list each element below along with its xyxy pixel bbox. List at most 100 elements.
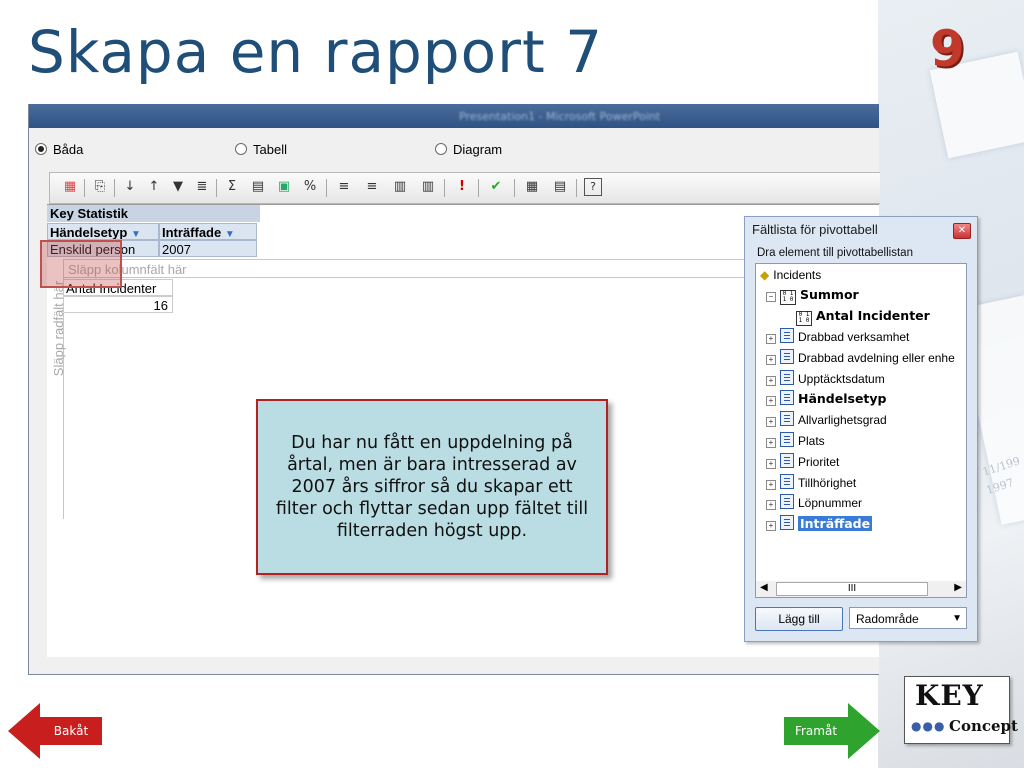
field-icon	[780, 348, 794, 364]
tree-field-label: Plats	[798, 434, 825, 448]
logo-dots: ●●●	[911, 719, 946, 733]
chevron-down-icon[interactable]: ▼	[952, 608, 962, 630]
expand-icon[interactable]: +	[766, 479, 776, 490]
highlight-marker	[40, 240, 122, 288]
field-icon	[780, 494, 794, 510]
area-select[interactable]: Radområde ▼	[849, 607, 967, 629]
field-icon	[780, 369, 794, 385]
radio-both-label: Båda	[53, 142, 84, 157]
scroll-left-icon[interactable]: ◀	[760, 582, 768, 593]
cube-icon: ◆	[760, 268, 770, 282]
tree-field-item[interactable]: + Drabbad avdelning eller enhe	[766, 348, 955, 367]
close-icon[interactable]: ✕	[953, 223, 971, 239]
field-icon	[780, 390, 794, 406]
hide-details-icon[interactable]: ▥	[390, 177, 410, 197]
number-field-icon: 0 11 0	[780, 290, 796, 305]
field-icon	[780, 411, 794, 427]
expand-icon[interactable]: +	[766, 396, 776, 407]
row-field-label: Händelsetyp	[50, 225, 128, 240]
arrow-right-icon	[848, 703, 880, 759]
scroll-right-icon[interactable]: ▶	[954, 582, 962, 593]
help-icon[interactable]: ?	[584, 178, 602, 196]
collapse-icon[interactable]: −	[766, 292, 776, 302]
tree-summary-group[interactable]: −0 11 0 Summor	[766, 286, 859, 305]
radio-dot	[235, 143, 247, 155]
radio-both[interactable]: Båda	[35, 142, 83, 157]
scroll-thumb[interactable]: III	[776, 582, 928, 596]
field-list-icon[interactable]: ▦	[522, 177, 542, 197]
percent-icon[interactable]: %	[300, 177, 320, 197]
show-details-icon[interactable]: ▥	[418, 177, 438, 197]
radio-chart[interactable]: Diagram	[435, 142, 502, 157]
collapse-icon[interactable]: ≡	[334, 177, 354, 197]
field-list-instruction: Dra element till pivottabellistan	[757, 247, 913, 259]
field-icon	[780, 432, 794, 447]
tree-field-item[interactable]: + Tillhörighet	[766, 473, 857, 492]
exclamation-icon[interactable]: !	[452, 177, 472, 197]
pivot-toolbar: ▦ ⎘ ↓ ↑ ▼ ≣ Σ ▤ ▣ % ≡ ≡ ▥ ▥ ! ✔ ▦ ▤ ?	[49, 172, 880, 204]
tree-field-label: Inträffade	[798, 516, 873, 532]
tree-field-item[interactable]: + Drabbad verksamhet	[766, 328, 909, 346]
drop-row-zone[interactable]: Släpp radfält här	[47, 259, 66, 519]
tree-field-label: Händelsetyp	[798, 391, 887, 407]
dropdown-arrow-icon[interactable]: ▼	[225, 229, 235, 239]
slide-title: Skapa en rapport 7	[28, 18, 604, 86]
expand-icon[interactable]: +	[766, 417, 776, 428]
pivot-title: Key Statistik	[47, 205, 260, 222]
tree-field-item[interactable]: + Inträffade	[766, 515, 873, 533]
field-tree: ◆ Incidents −0 11 0 Summor 0 11 0 Antal Inc…	[755, 263, 967, 583]
expand-icon[interactable]: +	[766, 500, 776, 511]
expand-icon[interactable]: +	[766, 438, 776, 448]
expand-icon[interactable]: +	[766, 521, 776, 532]
field-icon	[780, 515, 794, 531]
tree-field-item[interactable]: + Plats	[766, 432, 825, 450]
show-top-icon[interactable]: ≣	[192, 177, 212, 197]
tree-field-label: Allvarlighetsgrad	[798, 413, 887, 428]
subtotal-icon[interactable]: ▤	[248, 177, 268, 197]
autosum-icon[interactable]: Σ	[222, 177, 242, 197]
sort-desc-icon[interactable]: ↑	[144, 177, 164, 197]
tree-root[interactable]: ◆ Incidents	[760, 266, 821, 284]
expand-icon[interactable]: +	[766, 375, 776, 386]
expand-icon[interactable]: +	[766, 354, 776, 365]
expand-icon[interactable]: ≡	[362, 177, 382, 197]
horizontal-scrollbar[interactable]: ◀ III ▶	[755, 581, 967, 598]
row-field-header[interactable]: Händelsetyp ▼	[47, 223, 159, 240]
calculated-icon[interactable]: ▣	[274, 177, 294, 197]
back-button-label: Bakåt	[40, 717, 102, 745]
radio-dot	[435, 143, 447, 155]
pivot-icon[interactable]: ▦	[60, 177, 80, 197]
column-item[interactable]: 2007	[159, 240, 257, 257]
field-icon	[780, 473, 794, 489]
radio-dot	[35, 143, 47, 155]
tree-field-item[interactable]: + Allvarlighetsgrad	[766, 411, 887, 429]
tree-field-item[interactable]: + Prioritet	[766, 452, 840, 471]
add-field-button[interactable]: Lägg till	[755, 607, 843, 631]
field-list-panel: Fältlista för pivottabell ✕ Dra element …	[744, 216, 978, 642]
radio-table[interactable]: Tabell	[235, 142, 287, 157]
filter-icon[interactable]: ▼	[168, 177, 188, 197]
sort-asc-icon[interactable]: ↓	[120, 177, 140, 197]
dropdown-arrow-icon[interactable]: ▼	[131, 229, 141, 239]
tree-field-label: Drabbad verksamhet	[798, 330, 910, 344]
copy-icon[interactable]: ⎘	[90, 177, 110, 197]
expand-icon[interactable]: +	[766, 334, 776, 344]
properties-icon[interactable]: ▤	[550, 177, 570, 197]
export-icon[interactable]: ✔	[486, 177, 506, 197]
expand-icon[interactable]: +	[766, 458, 776, 469]
window-title: Presentation1 - Microsoft PowerPoint	[459, 110, 661, 123]
radio-table-label: Tabell	[253, 142, 287, 157]
tree-field-item[interactable]: + Händelsetyp	[766, 390, 887, 408]
tree-field-label: Upptäcktsdatum	[798, 371, 885, 386]
tree-field-item[interactable]: + Upptäcktsdatum	[766, 369, 885, 388]
area-select-value: Radområde	[856, 612, 919, 626]
field-icon	[780, 452, 794, 468]
key-concept-logo: KEY ●●● Concept	[904, 676, 1018, 744]
tree-field-label: Prioritet	[798, 454, 840, 469]
tree-field-item[interactable]: + Löpnummer	[766, 494, 862, 512]
tree-summary-item[interactable]: 0 11 0 Antal Incidenter	[796, 307, 930, 326]
column-field-label: Inträffade	[162, 225, 222, 240]
tree-field-label: Tillhörighet	[798, 475, 857, 490]
column-field-header[interactable]: Inträffade ▼	[159, 223, 257, 240]
field-list-title: Fältlista för pivottabell	[752, 222, 878, 237]
